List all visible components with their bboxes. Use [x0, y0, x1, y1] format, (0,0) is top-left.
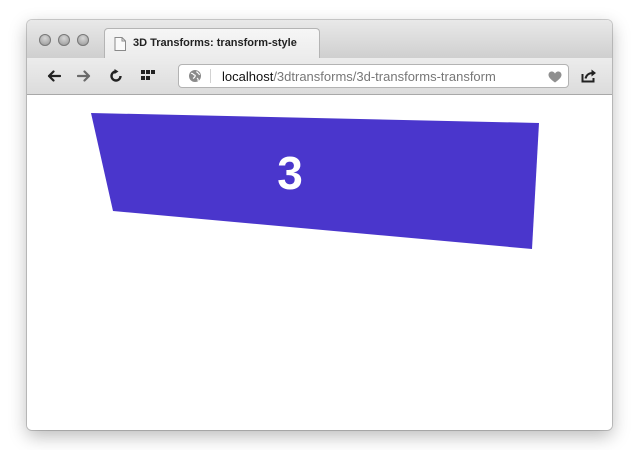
- grid-icon: [141, 70, 155, 80]
- reload-button[interactable]: [107, 68, 125, 84]
- page-content: 3: [27, 95, 612, 430]
- document-icon: [114, 37, 126, 51]
- globe-icon: [188, 69, 202, 88]
- tab-transform-style[interactable]: 3D Transforms: transform-style: [104, 28, 320, 58]
- address-bar[interactable]: localhost/3dtransforms/3d-transforms-tra…: [178, 64, 569, 88]
- close-window-button[interactable]: [39, 34, 51, 46]
- back-arrow-icon: [47, 70, 61, 82]
- url-host: localhost: [222, 69, 274, 84]
- forward-button[interactable]: [75, 68, 93, 84]
- heart-icon[interactable]: [548, 70, 562, 88]
- zoom-window-button[interactable]: [77, 34, 89, 46]
- card-label: 3: [277, 147, 303, 199]
- url-text[interactable]: localhost/3dtransforms/3d-transforms-tra…: [222, 69, 496, 84]
- share-button[interactable]: [581, 69, 597, 88]
- top-sites-button[interactable]: [139, 68, 157, 84]
- toolbar: localhost/3dtransforms/3d-transforms-tra…: [27, 58, 612, 95]
- browser-window: 3D Transforms: transform-style localhost…: [27, 20, 612, 430]
- reload-icon: [110, 69, 122, 82]
- tab-title: 3D Transforms: transform-style: [133, 37, 297, 49]
- transformed-card: [91, 113, 539, 249]
- forward-arrow-icon: [77, 70, 91, 82]
- url-fade: [518, 66, 544, 86]
- title-bar: 3D Transforms: transform-style: [27, 20, 612, 59]
- address-divider: [210, 69, 211, 83]
- back-button[interactable]: [45, 68, 63, 84]
- url-path: /3dtransforms/3d-transforms-transform: [273, 69, 496, 84]
- minimize-window-button[interactable]: [58, 34, 70, 46]
- card-face: [91, 113, 539, 249]
- share-icon: [581, 69, 596, 83]
